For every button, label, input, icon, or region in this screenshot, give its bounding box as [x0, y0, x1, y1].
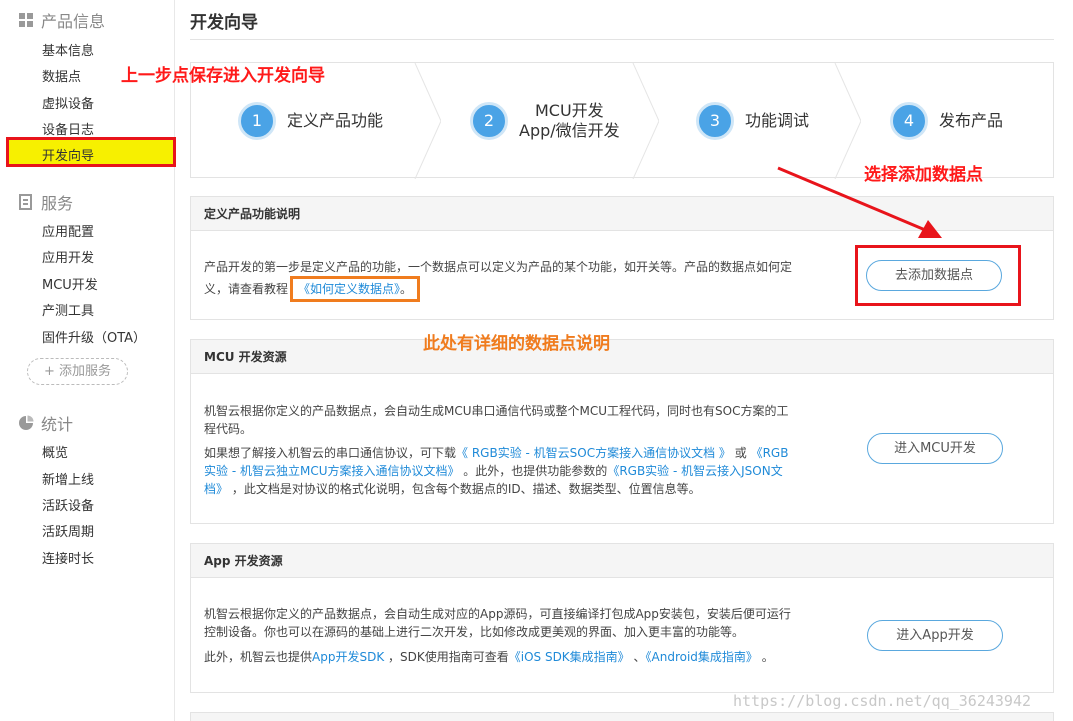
step-4-label: 发布产品 [939, 111, 1004, 130]
step-1-label: 定义产品功能 [287, 111, 384, 130]
mcu-text1-line2: 程代码。 [204, 422, 253, 436]
add-datapoint-button[interactable]: 去添加数据点 [866, 260, 1002, 291]
watermark: https://blog.csdn.net/qq_36243942 [733, 692, 1032, 710]
mcu-text2-b: 。此外，也提供功能参数的 [459, 464, 608, 478]
how-to-define-datapoint-link[interactable]: 《如何定义数据点》 [298, 282, 400, 296]
android-guide-link[interactable]: 《Android集成指南》 [646, 650, 758, 664]
sidebar-item-basic-info[interactable]: 基本信息 [42, 40, 94, 59]
step-3-label: 功能调试 [745, 111, 810, 130]
app-text1-line2: 控制设备。你也可以在源码的基础上进行二次开发，比如修改成更美观的界面、加入更丰富… [204, 625, 745, 639]
app-text2-sep: 、 [629, 650, 646, 664]
sidebar-item-app-dev[interactable]: 应用开发 [42, 247, 94, 266]
section-stats: 统计 [18, 411, 73, 435]
sidebar-item-mcu-dev[interactable]: MCU开发 [42, 274, 98, 293]
sidebar: 产品信息 基本信息 数据点 虚拟设备 设备日志 开发向导 服务 应用配置 应用开… [0, 0, 176, 721]
app-panel-text1: 机智云根据你定义的产品数据点，会自动生成对应的App源码，可直接编译打包成App… [204, 605, 844, 641]
sidebar-item-ota[interactable]: 固件升级（OTA） [42, 327, 146, 346]
page-title: 开发向导 [190, 13, 258, 33]
section-stats-title: 统计 [41, 415, 74, 434]
mcu-text2-or: 或 [730, 446, 751, 460]
app-sdk-link[interactable]: App开发SDK [312, 650, 384, 664]
app-panel-title: App 开发资源 [191, 544, 1053, 578]
enter-mcu-dev-button[interactable]: 进入MCU开发 [867, 433, 1003, 464]
json-doc-link-part2[interactable]: 档》 [204, 482, 228, 496]
grid-icon [18, 12, 34, 28]
step-3-number: 3 [696, 102, 734, 140]
mcu-protocol-doc-link-part1[interactable]: 《RGB [751, 446, 789, 460]
red-arrow-icon [777, 166, 942, 238]
define-text-line1: 产品开发的第一步是定义产品的功能，一个数据点可以定义为产品的某个功能，如开关等。… [204, 260, 793, 274]
step-chevron [414, 63, 441, 179]
app-text2-b: ，SDK使用指南可查看 [384, 650, 509, 664]
mcu-panel-text1: 机智云根据你定义的产品数据点，会自动生成MCU串口通信代码或整个MCU工程代码，… [204, 402, 844, 438]
define-link-highlight: 《如何定义数据点》。 [290, 276, 421, 302]
mcu-text2-a: 如果想了解接入机智云的串口通信协议，可下载 [204, 446, 457, 460]
pie-chart-icon [18, 415, 34, 431]
annotation-middle: 此处有详细的数据点说明 [423, 334, 610, 354]
ios-sdk-guide-link[interactable]: 《iOS SDK集成指南》 [509, 650, 630, 664]
sidebar-item-dev-guide-label: 开发向导 [42, 149, 95, 164]
enter-app-dev-button[interactable]: 进入App开发 [867, 620, 1003, 651]
sidebar-item-overview[interactable]: 概览 [42, 442, 68, 461]
mcu-protocol-doc-link-part2[interactable]: 实验 - 机智云独立MCU方案接入通信协议文档》 [204, 464, 459, 478]
section-service-title: 服务 [41, 194, 74, 213]
app-text2-a: 此外，机智云也提供 [204, 650, 313, 664]
sidebar-item-virtual-device[interactable]: 虚拟设备 [42, 93, 94, 112]
mcu-resources-panel: MCU 开发资源 机智云根据你定义的产品数据点，会自动生成MCU串口通信代码或整… [190, 339, 1054, 524]
mcu-panel-title: MCU 开发资源 [191, 340, 1053, 374]
define-text-suffix: 。 [400, 282, 413, 296]
sidebar-item-dev-guide[interactable]: 开发向导 [6, 137, 176, 167]
next-panel-edge [190, 712, 1054, 721]
sidebar-item-new-online[interactable]: 新增上线 [42, 469, 94, 488]
sidebar-item-active-period[interactable]: 活跃周期 [42, 521, 94, 540]
define-panel-text: 产品开发的第一步是定义产品的功能，一个数据点可以定义为产品的某个功能，如开关等。… [204, 258, 844, 302]
sidebar-item-connect-time[interactable]: 连接时长 [42, 548, 94, 567]
app-text1-line1: 机智云根据你定义的产品数据点，会自动生成对应的App源码，可直接编译打包成App… [204, 607, 791, 621]
section-product-title: 产品信息 [41, 12, 106, 31]
app-resources-panel: App 开发资源 机智云根据你定义的产品数据点，会自动生成对应的App源码，可直… [190, 543, 1054, 693]
title-divider [190, 39, 1054, 40]
soc-protocol-doc-link[interactable]: 《 RGB实验 - 机智云SOC方案接入通信协议文档 》 [456, 446, 731, 460]
sidebar-item-datapoints[interactable]: 数据点 [42, 66, 81, 85]
section-product: 产品信息 [18, 8, 105, 32]
step-2-label-line1: MCU开发 [534, 101, 604, 120]
step-2-number: 2 [470, 102, 508, 140]
annotation-top: 上一步点保存进入开发向导 [121, 66, 325, 86]
service-icon [18, 194, 34, 210]
mcu-text1-line1: 机智云根据你定义的产品数据点，会自动生成MCU串口通信代码或整个MCU工程代码，… [204, 404, 789, 418]
mcu-panel-text2: 如果想了解接入机智云的串口通信协议，可下载《 RGB实验 - 机智云SOC方案接… [204, 444, 844, 498]
sidebar-item-active-devices[interactable]: 活跃设备 [42, 495, 94, 514]
mcu-text2-c: ，此文档是对协议的格式化说明，包含每个数据点的ID、描述、数据类型、位置信息等。 [228, 482, 701, 496]
step-1-number: 1 [238, 102, 276, 140]
app-panel-text2: 此外，机智云也提供App开发SDK ，SDK使用指南可查看《iOS SDK集成指… [204, 648, 844, 666]
sidebar-item-device-log[interactable]: 设备日志 [42, 119, 94, 138]
define-text-prefix: 义，请查看教程 [204, 282, 289, 296]
step-2[interactable]: 2 MCU开发 App/微信开发 [470, 63, 620, 179]
step-chevron [632, 63, 659, 179]
step-4-number: 4 [890, 102, 928, 140]
step-2-label: MCU开发 App/微信开发 [519, 101, 620, 141]
app-text2-c: 。 [757, 650, 774, 664]
section-service: 服务 [18, 190, 73, 214]
sidebar-item-app-config[interactable]: 应用配置 [42, 221, 94, 240]
step-2-label-line2: App/微信开发 [519, 121, 620, 140]
sidebar-item-test-tool[interactable]: 产测工具 [42, 300, 94, 319]
add-service-button[interactable]: + 添加服务 [27, 358, 128, 385]
define-text-line2: 义，请查看教程 《如何定义数据点》。 [204, 276, 844, 302]
json-doc-link-part1[interactable]: 《RGB实验 - 机智云接入JSON文 [607, 464, 782, 478]
